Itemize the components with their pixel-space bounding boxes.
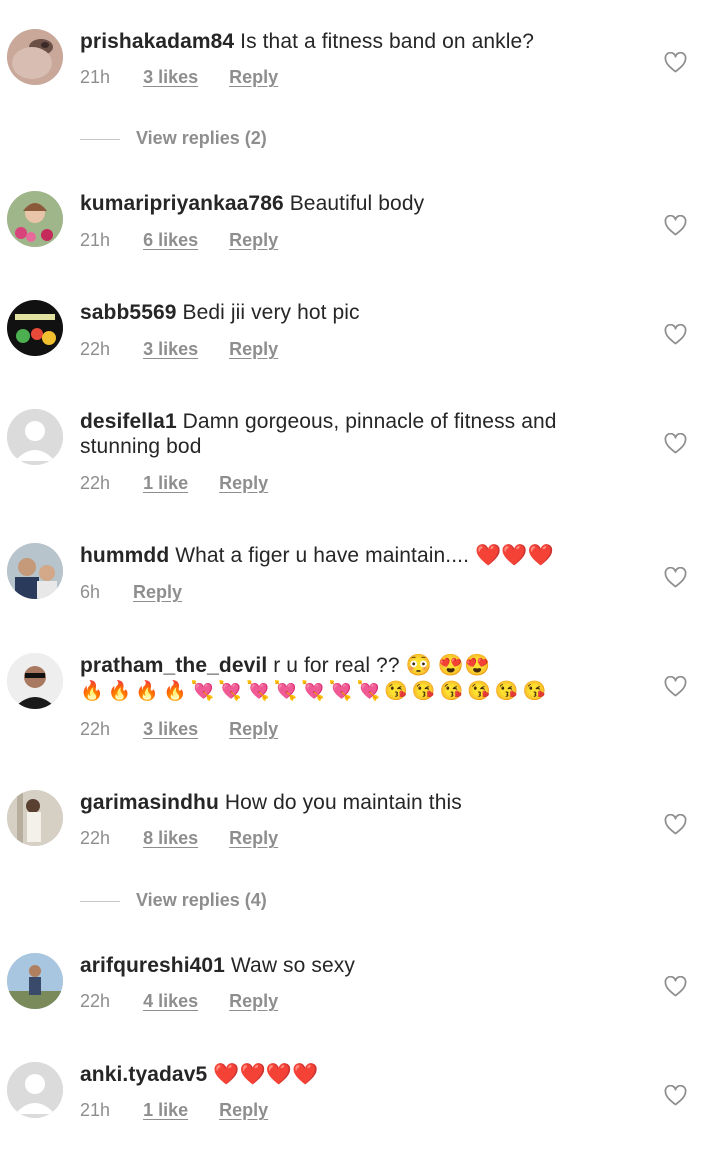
view-replies-label: View replies (4) [136,890,267,910]
likes-count-link[interactable]: 4 likes [143,991,198,1011]
comment-meta: 22h 3 likes Reply [80,339,304,360]
comment-meta: 6h Reply [80,582,208,603]
likes-count-link[interactable]: 3 likes [143,67,198,87]
reply-button[interactable]: Reply [229,67,278,87]
comment-username[interactable]: desifella1 [80,410,177,433]
avatar[interactable] [7,953,63,1009]
view-replies-button[interactable]: View replies (2) [80,128,267,149]
avatar[interactable] [7,29,63,85]
reply-button[interactable]: Reply [229,339,278,359]
comment-time: 6h [80,582,101,602]
comment-username[interactable]: hummdd [80,544,169,567]
comment-body: ❤️❤️❤️❤️ [213,1063,319,1086]
comment-body: What a figer u have maintain.... ❤️❤️❤️ [175,544,554,567]
comment-meta: 22h 1 like Reply [80,473,294,494]
reply-button[interactable]: Reply [229,991,278,1011]
reply-button[interactable]: Reply [219,473,268,493]
comment-text: anki.tyadav5 ❤️❤️❤️❤️ [80,1062,640,1087]
heart-outline-icon[interactable] [664,215,687,236]
likes-count-link[interactable]: 3 likes [143,339,198,359]
comment-time: 22h [80,473,111,493]
replies-divider [80,138,120,140]
comment-username[interactable]: prishakadam84 [80,30,234,53]
comment-text: hummdd What a figer u have maintain.... … [80,543,640,568]
view-replies-label: View replies (2) [136,128,267,148]
likes-count-link[interactable]: 1 like [143,473,188,493]
comment-text: sabb5569 Bedi jii very hot pic [80,300,640,325]
heart-outline-icon[interactable] [664,814,687,835]
heart-outline-icon[interactable] [664,676,687,697]
comment-meta: 22h 4 likes Reply [80,991,304,1012]
reply-button[interactable]: Reply [219,1100,268,1120]
comment-time: 21h [80,230,111,250]
comment-time: 21h [80,1100,111,1120]
comment-meta: 22h 3 likes Reply [80,719,304,740]
comment-time: 21h [80,67,111,87]
reply-button[interactable]: Reply [229,230,278,250]
comment-body: How do you maintain this [224,791,462,814]
likes-count-link[interactable]: 8 likes [143,828,198,848]
comment-body: r u for real ?? 😳 😍😍 [273,654,491,677]
heart-outline-icon[interactable] [664,433,687,454]
likes-count-link[interactable]: 1 like [143,1100,188,1120]
replies-divider [80,900,120,902]
avatar[interactable] [7,1062,63,1118]
comment-meta: 22h 8 likes Reply [80,828,304,849]
avatar[interactable] [7,653,63,709]
comment-time: 22h [80,828,111,848]
comment-body: Beautiful body [289,192,425,215]
reply-button[interactable]: Reply [229,719,278,739]
view-replies-button[interactable]: View replies (4) [80,890,267,911]
avatar[interactable] [7,191,63,247]
comment-text: kumaripriyankaa786 Beautiful body [80,191,640,216]
avatar[interactable] [7,543,63,599]
comment-meta: 21h 6 likes Reply [80,230,304,251]
comment-username[interactable]: garimasindhu [80,791,219,814]
comment-username[interactable]: sabb5569 [80,301,177,324]
comment-text: pratham_the_devil r u for real ?? 😳 😍😍 🔥… [80,653,640,704]
comment-time: 22h [80,719,111,739]
comment-body: Is that a fitness band on ankle? [240,30,535,53]
comment-time: 22h [80,991,111,1011]
comment-body: Bedi jii very hot pic [182,301,360,324]
comment-time: 22h [80,339,111,359]
reply-button[interactable]: Reply [229,828,278,848]
comment-username[interactable]: kumaripriyankaa786 [80,192,284,215]
heart-outline-icon[interactable] [664,1085,687,1106]
avatar[interactable] [7,409,63,465]
comment-body-emojis: 🔥🔥🔥🔥💘💘💘💘💘💘💘😘😘😘😘😘😘 [80,681,551,702]
comment-username[interactable]: anki.tyadav5 [80,1063,207,1086]
heart-outline-icon[interactable] [664,324,687,345]
comment-text: arifqureshi401 Waw so sexy [80,953,640,978]
avatar[interactable] [7,300,63,356]
comment-username[interactable]: pratham_the_devil [80,654,267,677]
comment-username[interactable]: arifqureshi401 [80,954,225,977]
comment-meta: 21h 3 likes Reply [80,67,304,88]
heart-outline-icon[interactable] [664,976,687,997]
comment-body: Waw so sexy [230,954,355,977]
comment-meta: 21h 1 like Reply [80,1100,294,1121]
likes-count-link[interactable]: 3 likes [143,719,198,739]
avatar[interactable] [7,790,63,846]
comment-text: prishakadam84 Is that a fitness band on … [80,29,640,54]
heart-outline-icon[interactable] [664,567,687,588]
comment-text: garimasindhu How do you maintain this [80,790,640,815]
comment-text: desifella1 Damn gorgeous, pinnacle of fi… [80,409,640,459]
likes-count-link[interactable]: 6 likes [143,230,198,250]
heart-outline-icon[interactable] [664,52,687,73]
reply-button[interactable]: Reply [133,582,182,602]
